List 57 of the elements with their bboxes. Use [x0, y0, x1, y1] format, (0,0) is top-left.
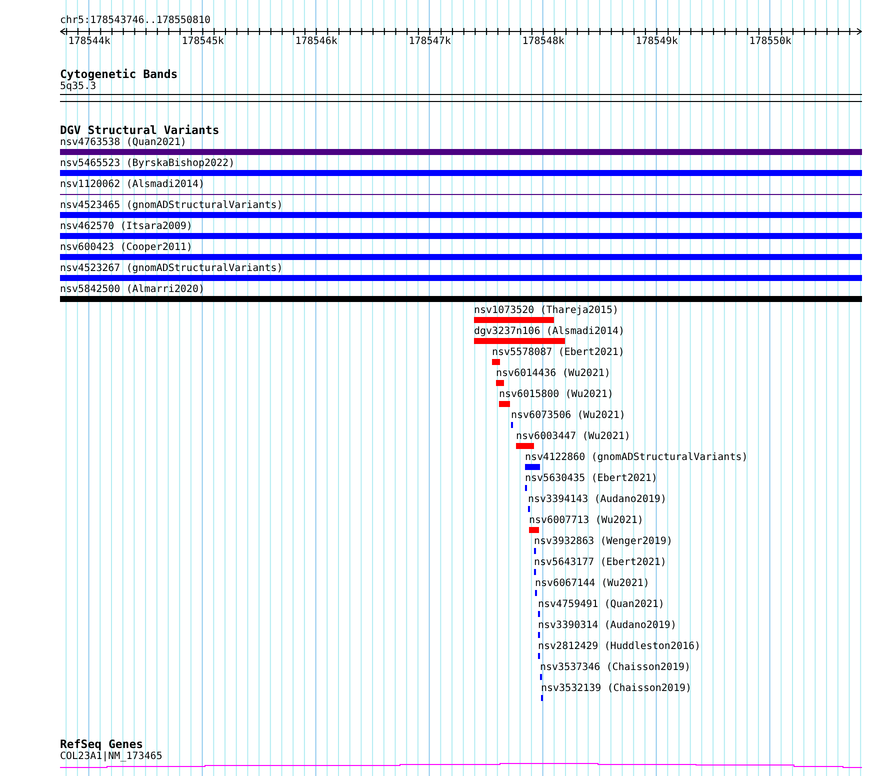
variant-bar[interactable]	[529, 527, 539, 533]
location-label: chr5:178543746..178550810	[60, 14, 211, 27]
variant-bar[interactable]	[60, 296, 862, 302]
variant-label[interactable]: dgv3237n106 (Alsmadi2014)	[474, 326, 625, 338]
variant-label[interactable]: nsv4759491 (Quan2021)	[538, 599, 664, 611]
tick-label: 178547k	[408, 36, 451, 47]
variant-bar[interactable]	[60, 149, 862, 155]
variant-label[interactable]: nsv6073506 (Wu2021)	[511, 410, 626, 422]
band-label: 5q35.3	[60, 81, 96, 93]
variant-label[interactable]: nsv2812429 (Huddleston2016)	[538, 641, 701, 653]
variant-label[interactable]: nsv6007713 (Wu2021)	[529, 515, 644, 527]
track-title: RefSeq Genes	[60, 738, 144, 750]
variant-label[interactable]: nsv1120062 (Alsmadi2014)	[60, 179, 204, 191]
variant-bar[interactable]	[60, 233, 862, 239]
variant-label[interactable]: nsv3932863 (Wenger2019)	[534, 536, 672, 548]
variant-label[interactable]: nsv5465523 (ByrskaBishop2022)	[60, 158, 235, 170]
tick-label: 178546k	[295, 36, 338, 47]
variant-label[interactable]: nsv4523267 (gnomADStructuralVariants)	[60, 263, 283, 275]
variant-label[interactable]: nsv6003447 (Wu2021)	[516, 431, 630, 443]
variant-label[interactable]: nsv3394143 (Audano2019)	[528, 494, 666, 506]
variant-bar[interactable]	[474, 317, 554, 323]
tick-label: 178549k	[636, 36, 678, 47]
gene-label[interactable]: COL23A1|NM_173465	[60, 751, 162, 763]
variant-label[interactable]: nsv5578087 (Ebert2021)	[492, 347, 624, 359]
variant-label[interactable]: nsv4523465 (gnomADStructuralVariants)	[60, 200, 283, 212]
variant-label[interactable]: nsv4122860 (gnomADStructuralVariants)	[525, 452, 748, 464]
variant-label[interactable]: nsv1073520 (Thareja2015)	[474, 305, 618, 317]
variant-label[interactable]: nsv5842500 (Almarri2020)	[60, 284, 204, 296]
variant-line[interactable]	[60, 194, 862, 195]
variant-label[interactable]: nsv6014436 (Wu2021)	[496, 368, 610, 380]
tick-label: 178550k	[749, 36, 792, 47]
variant-bar[interactable]	[499, 401, 510, 407]
track-title: Cytogenetic Bands	[60, 68, 178, 80]
variant-bar[interactable]	[60, 170, 862, 176]
variant-bar[interactable]	[492, 359, 500, 365]
variant-label[interactable]: nsv6067144 (Wu2021)	[535, 578, 650, 590]
variant-label[interactable]: nsv600423 (Cooper2011)	[60, 242, 192, 254]
variant-label[interactable]: nsv4763538 (Quan2021)	[60, 137, 186, 149]
variant-label[interactable]: nsv462570 (Itsara2009)	[60, 221, 192, 233]
variant-label[interactable]: nsv6015800 (Wu2021)	[499, 389, 614, 401]
variant-label[interactable]: nsv5630435 (Ebert2021)	[525, 473, 658, 485]
track-title: DGV Structural Variants	[60, 124, 220, 136]
variant-bar[interactable]	[525, 464, 540, 470]
variant-label[interactable]: nsv5643177 (Ebert2021)	[534, 557, 666, 569]
variant-bar[interactable]	[516, 443, 534, 449]
variant-label[interactable]: nsv3537346 (Chaisson2019)	[540, 662, 691, 674]
tick-label: 178548k	[522, 36, 564, 47]
tick-label: 178544k	[68, 36, 110, 47]
variant-bar[interactable]	[496, 380, 504, 386]
variant-bar[interactable]	[474, 338, 565, 344]
tick-label: 178545k	[182, 36, 224, 47]
variant-bar[interactable]	[60, 254, 862, 260]
variant-bar[interactable]	[60, 212, 862, 218]
variant-bar[interactable]	[60, 275, 862, 281]
gene-drawing[interactable]	[60, 763, 862, 768]
variant-label[interactable]: nsv3390314 (Audano2019)	[538, 620, 676, 632]
variant-label[interactable]: nsv3532139 (Chaisson2019)	[541, 683, 692, 695]
